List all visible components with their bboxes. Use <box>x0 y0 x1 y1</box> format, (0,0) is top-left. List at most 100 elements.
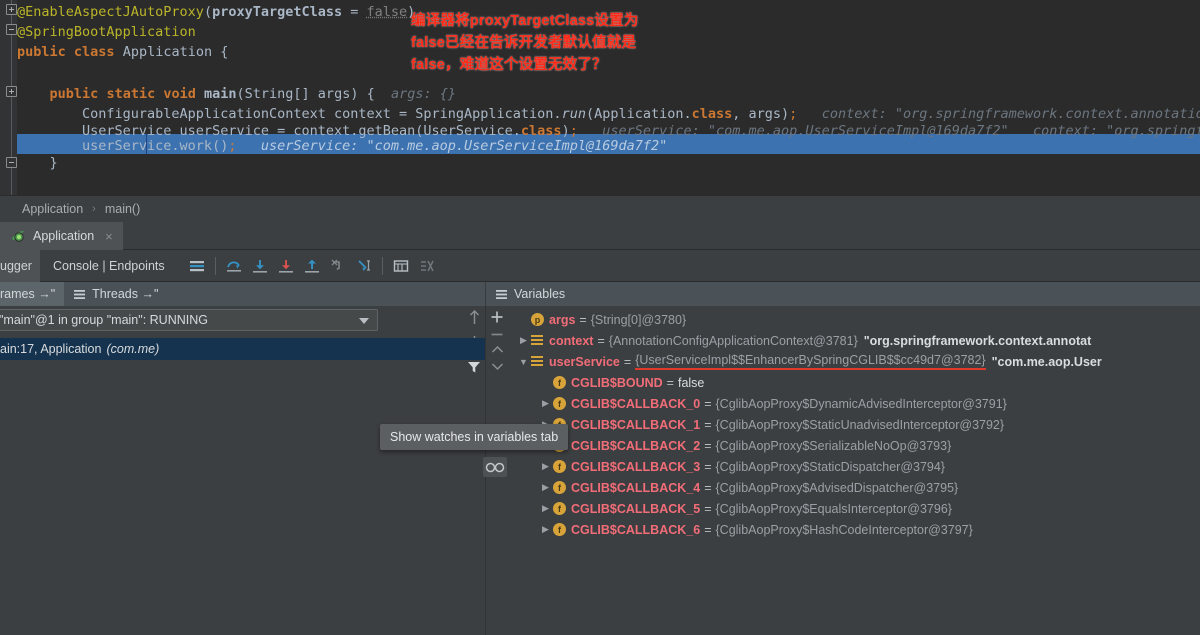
code-token: (Application. <box>586 106 692 122</box>
step-into-icon[interactable] <box>247 253 273 279</box>
expand-arrow-icon[interactable]: ▶ <box>538 503 553 514</box>
code-token: static <box>106 86 155 102</box>
tab-threads-label: Threads →" <box>92 287 158 301</box>
variables-tree[interactable]: pargs={String[0]@3780}▶context={Annotati… <box>508 306 1200 635</box>
equals-sign: = <box>579 313 586 327</box>
evaluate-icon[interactable] <box>388 253 414 279</box>
code-token: ConfigurableApplicationContext context =… <box>17 106 562 122</box>
tab-debugger[interactable]: ugger <box>0 250 40 282</box>
debug-run-icon <box>10 228 26 244</box>
stack-frame-label: ain:17, Application <box>0 342 101 356</box>
remove-watch-icon[interactable] <box>490 332 504 337</box>
stack-frame-row[interactable]: ain:17, Application (com.me) <box>0 338 485 360</box>
tab-frames[interactable]: rames →" <box>0 282 64 306</box>
move-up-icon[interactable] <box>468 310 481 325</box>
tab-debugger-label: ugger <box>0 259 32 273</box>
variable-value: {AnnotationConfigApplicationContext@3781… <box>609 334 858 348</box>
variable-row[interactable]: ▶fCGLIB$CALLBACK_1={CglibAopProxy$Static… <box>508 414 1200 435</box>
code-token: public <box>50 86 99 102</box>
tab-threads[interactable]: Threads →" <box>64 282 167 306</box>
variable-name: CGLIB$CALLBACK_6 <box>571 523 700 537</box>
code-token: ( <box>204 4 212 20</box>
variable-value: {CglibAopProxy$StaticUnadvisedIntercepto… <box>716 418 1005 432</box>
threads-icon <box>73 288 86 301</box>
code-token: userService: "com.me.aop.UserServiceImpl… <box>236 138 667 154</box>
variable-row[interactable]: ▶fCGLIB$CALLBACK_3={CglibAopProxy$Static… <box>508 456 1200 477</box>
code-token: main <box>204 86 237 102</box>
variable-row[interactable]: pargs={String[0]@3780} <box>508 309 1200 330</box>
drop-frame-icon[interactable] <box>325 253 351 279</box>
fold-marker-annotation-1[interactable] <box>6 4 17 15</box>
expand-arrow-icon[interactable]: ▶ <box>516 335 531 346</box>
code-token: run <box>562 106 586 122</box>
tab-variables[interactable]: Variables <box>486 282 574 306</box>
field-icon: f <box>553 397 566 410</box>
field-icon: f <box>553 481 566 494</box>
code-token: } <box>17 155 58 171</box>
move-watch-down-icon[interactable] <box>491 362 504 371</box>
filter-icon[interactable] <box>467 360 481 374</box>
variable-row[interactable]: ▶fCGLIB$CALLBACK_2={CglibAopProxy$Serial… <box>508 435 1200 456</box>
variable-name: CGLIB$CALLBACK_3 <box>571 460 700 474</box>
toolbar-separator-1 <box>215 257 216 275</box>
close-icon[interactable]: × <box>105 229 113 244</box>
object-value-icon <box>531 335 543 347</box>
step-over-icon[interactable] <box>221 253 247 279</box>
collapse-arrow-icon[interactable]: ▼ <box>516 357 531 367</box>
toolbar-separator-2 <box>382 257 383 275</box>
code-token: false <box>367 4 408 20</box>
tab-console-endpoints[interactable]: Console | Endpoints <box>40 250 178 282</box>
annotation-line-3: false，难道这个设置无效了？ <box>411 54 741 76</box>
frames-icon[interactable] <box>184 253 210 279</box>
mute-breakpoints-icon[interactable] <box>414 253 440 279</box>
expand-arrow-icon[interactable]: ▶ <box>538 461 553 472</box>
variable-row[interactable]: ▼userService={UserServiceImpl$$EnhancerB… <box>508 351 1200 372</box>
variable-row[interactable]: ▶fCGLIB$CALLBACK_4={CglibAopProxy$Advise… <box>508 477 1200 498</box>
fold-marker-method[interactable] <box>6 86 17 97</box>
annotation-line-2: false已经在告诉开发者默认值就是 <box>411 32 741 54</box>
chevron-right-icon: › <box>92 203 96 215</box>
variable-name: CGLIB$CALLBACK_4 <box>571 481 700 495</box>
add-watch-icon[interactable] <box>490 310 504 324</box>
run-to-cursor-icon[interactable] <box>351 253 377 279</box>
variable-name: CGLIB$BOUND <box>571 376 663 390</box>
code-token: class <box>74 44 115 60</box>
annotation-line-1: 编译器将proxyTargetClass设置为 <box>411 10 741 32</box>
field-icon: f <box>553 460 566 473</box>
code-token: (String[] args) { <box>237 86 375 102</box>
fold-marker-annotation-2[interactable] <box>6 24 17 35</box>
variable-row[interactable]: fCGLIB$BOUND=false <box>508 372 1200 393</box>
fold-marker-method-end[interactable] <box>6 157 17 168</box>
expand-arrow-icon[interactable]: ▶ <box>538 398 553 409</box>
breadcrumb-item-class[interactable]: Application <box>22 202 83 216</box>
variable-value: {CglibAopProxy$HashCodeInterceptor@3797} <box>716 523 973 537</box>
thread-dropdown[interactable]: "main"@1 in group "main": RUNNING <box>0 309 378 331</box>
variable-row[interactable]: ▶fCGLIB$CALLBACK_5={CglibAopProxy$Equals… <box>508 498 1200 519</box>
variable-row[interactable]: ▶fCGLIB$CALLBACK_6={CglibAopProxy$HashCo… <box>508 519 1200 540</box>
run-tab-application[interactable]: Application × <box>0 222 123 250</box>
variable-value: {UserServiceImpl$$EnhancerBySpringCGLIB$… <box>635 353 985 370</box>
code-token: = <box>342 4 366 20</box>
field-icon: f <box>553 502 566 515</box>
step-out-icon[interactable] <box>299 253 325 279</box>
move-watch-up-icon[interactable] <box>491 345 504 354</box>
equals-sign: = <box>667 376 674 390</box>
variable-value: {String[0]@3780} <box>591 313 686 327</box>
object-value-icon <box>531 356 543 368</box>
editor-gutter[interactable] <box>0 0 17 195</box>
variable-row[interactable]: ▶context={AnnotationConfigApplicationCon… <box>508 330 1200 351</box>
force-step-into-icon[interactable] <box>273 253 299 279</box>
red-annotation-overlay: 编译器将proxyTargetClass设置为 false已经在告诉开发者默认值… <box>411 10 741 76</box>
expand-arrow-icon[interactable]: ▶ <box>538 482 553 493</box>
frames-panel: "main"@1 in group "main": RUNNING ain:17… <box>0 306 485 635</box>
code-token: @EnableAspectJAutoProxy <box>17 4 204 20</box>
expand-arrow-icon[interactable]: ▶ <box>538 524 553 535</box>
ide-window: @EnableAspectJAutoProxy(proxyTargetClass… <box>0 0 1200 635</box>
chevron-down-icon[interactable] <box>359 318 369 325</box>
breadcrumb-item-method[interactable]: main() <box>105 202 140 216</box>
code-token: proxyTargetClass <box>212 4 342 20</box>
frames-panel-header: rames →" Threads →" <box>0 282 485 306</box>
watches-glasses-icon[interactable] <box>483 457 507 477</box>
variable-row[interactable]: ▶fCGLIB$CALLBACK_0={CglibAopProxy$Dynami… <box>508 393 1200 414</box>
variable-name: userService <box>549 355 620 369</box>
